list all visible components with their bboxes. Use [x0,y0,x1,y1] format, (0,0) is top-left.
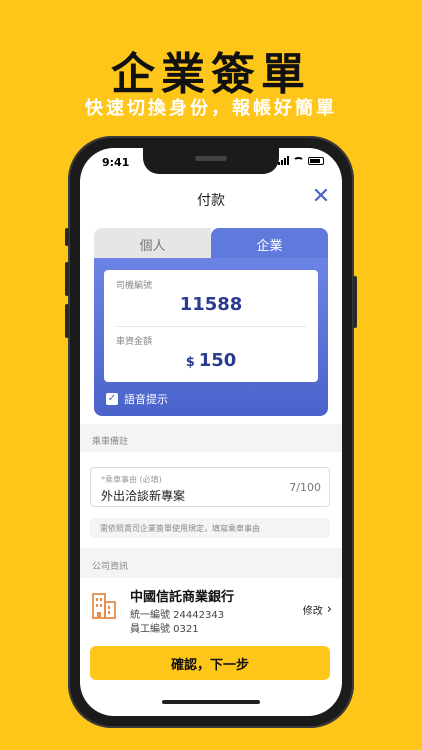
status-time: 9:41 [102,156,130,169]
chevron-right-icon: › [326,602,332,617]
driver-id-value: 11588 [179,294,243,315]
promo-headline: 企業簽單 [111,49,311,100]
reason-note: 需依照貴司企業簽單使用規定，填寫乘車事由 [90,518,330,538]
promo-subline: 快速切換身份，報帳好簡單 [85,98,337,119]
fare-amount: $150 [104,350,318,371]
company-info: 中國信託商業銀行 統一編號 24442343 員工編號 0321 修改 › [80,582,342,642]
app-screen: 9:41 付款 ✕ 個人 企業 司機編號 11588 車資金額 $150 ✓ 語… [80,148,342,716]
status-icons [278,156,324,165]
payment-details: 司機編號 11588 車資金額 $150 [104,270,318,382]
power-button [353,276,357,328]
notch [143,148,279,174]
volume-up-button [65,262,69,296]
tax-id: 統一編號 24442343 [130,610,225,621]
volume-down-button [65,304,69,338]
voice-prompt-toggle[interactable]: ✓ 語音提示 [106,391,168,407]
employee-id: 員工編號 0321 [130,624,199,635]
speaker [195,156,227,161]
battery-icon [308,156,324,165]
close-icon[interactable]: ✕ [310,186,332,208]
ride-reason-input[interactable]: *乘車事由 (必填) 外出洽談新專案 7/100 [90,467,330,507]
currency-symbol: $ [185,355,195,370]
company-header: 公司資訊 [80,548,342,578]
tab-company[interactable]: 企業 [211,228,328,260]
divider [116,326,306,327]
fare-value: 150 [198,350,237,371]
edit-company-button[interactable]: 修改 › [303,602,332,617]
signal-icon [278,156,289,165]
wifi-icon [293,156,304,165]
ride-reason-placeholder: *乘車事由 (必填) [101,475,162,484]
mute-switch [65,228,69,246]
voice-prompt-label: 語音提示 [124,393,168,406]
remarks-section-label: 乘車備註 [92,437,129,447]
identity-tabs: 個人 企業 [94,228,328,260]
phone-frame: 9:41 付款 ✕ 個人 企業 司機編號 11588 車資金額 $150 ✓ 語… [65,136,357,728]
confirm-next-button[interactable]: 確認，下一步 [90,646,330,680]
ride-reason-value: 外出洽談新專案 [101,489,186,503]
edit-label: 修改 [302,606,323,617]
checkbox-checked-icon[interactable]: ✓ [106,393,118,405]
character-count: 7/100 [289,481,321,494]
payment-card: 司機編號 11588 車資金額 $150 ✓ 語音提示 [94,258,328,416]
company-section-label: 公司資訊 [92,562,129,572]
page-title: 付款 [197,193,225,209]
company-name: 中國信託商業銀行 [130,590,235,605]
building-icon [92,593,116,619]
home-indicator [162,700,260,704]
remarks-header: 乘車備註 [80,424,342,452]
tab-personal[interactable]: 個人 [94,228,211,260]
fare-label: 車資金額 [116,337,153,347]
driver-id-label: 司機編號 [116,281,153,291]
